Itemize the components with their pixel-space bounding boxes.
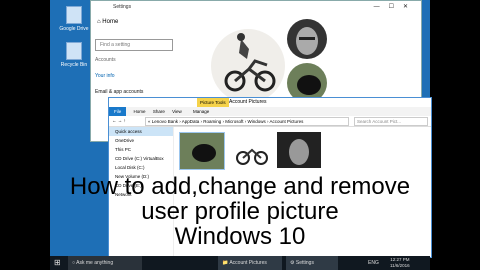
recycle-bin-icon [66, 42, 82, 60]
thumbnail-dog[interactable] [179, 132, 225, 170]
navpane-cd-drive[interactable]: CD Drive (C:) VirtualBox [109, 154, 173, 163]
picture-tools-label: Picture Tools [197, 98, 229, 107]
path-field[interactable]: « Lenovo Bank › AppData › Roaming › Micr… [145, 117, 349, 126]
taskbar: ⊞ ○ Ask me anything 📁 Account Pictures ⚙… [50, 256, 430, 270]
caption-line-2: user profile picture [141, 198, 339, 225]
tab-manage[interactable]: Manage [193, 109, 209, 114]
nav-your-info[interactable]: Your info [95, 73, 115, 79]
taskbar-app-settings[interactable]: ⚙ Settings [286, 256, 338, 270]
navpane-onedrive[interactable]: OneDrive [109, 136, 173, 145]
settings-titlebar: Settings —☐✕ [91, 1, 421, 13]
home-link[interactable]: ⌂ Home [97, 19, 118, 25]
section-heading: Accounts [95, 57, 116, 63]
taskbar-app-explorer[interactable]: 📁 Account Pictures [218, 256, 282, 270]
address-bar: ← → ↑ « Lenovo Bank › AppData › Roaming … [109, 116, 431, 127]
start-windows-icon[interactable]: ⊞ [54, 256, 61, 270]
caption-line-1: How to add,change and remove [69, 173, 411, 200]
settings-search-input[interactable]: Find a setting [95, 39, 173, 51]
nav-email-accounts[interactable]: Email & app accounts [95, 89, 143, 95]
tab-view[interactable]: View [172, 109, 182, 114]
navpane-quick-access[interactable]: Quick access [109, 127, 173, 136]
right-letterbox [430, 0, 480, 270]
tab-home[interactable]: Home [134, 109, 146, 114]
explorer-title: Account Pictures [229, 99, 267, 105]
desktop-icon-recycle-bin[interactable]: Recycle Bin [58, 42, 90, 68]
left-letterbox [0, 0, 50, 270]
window-controls[interactable]: —☐✕ [374, 1, 417, 13]
explorer-search-input[interactable]: Search Account Pict... [354, 117, 428, 126]
cortana-search-input[interactable]: ○ Ask me anything [68, 256, 142, 270]
thumbnail-portrait[interactable] [277, 132, 321, 168]
language-indicator[interactable]: ENG [368, 256, 379, 270]
navpane-local-disk[interactable]: Local Disk (C:) [109, 163, 173, 172]
navpane-this-pc[interactable]: This PC [109, 145, 173, 154]
drive-icon [66, 6, 82, 24]
thumbnail-motocross[interactable] [229, 132, 273, 168]
avatar-portrait [287, 19, 327, 59]
clock[interactable]: 12:27 PM 11/6/2016 [390, 257, 410, 269]
desktop-icon-google-drive[interactable]: Google Drive [58, 6, 90, 32]
ribbon-tabs: File Home Share View Manage [109, 107, 431, 116]
nav-arrows-icon[interactable]: ← → ↑ [112, 116, 126, 126]
explorer-titlebar: Picture Tools Account Pictures [109, 98, 431, 107]
tab-share[interactable]: Share [153, 109, 165, 114]
avatar-motocross [211, 29, 285, 103]
tab-file[interactable]: File [109, 107, 127, 116]
caption-line-3: Windows 10 [174, 223, 306, 250]
